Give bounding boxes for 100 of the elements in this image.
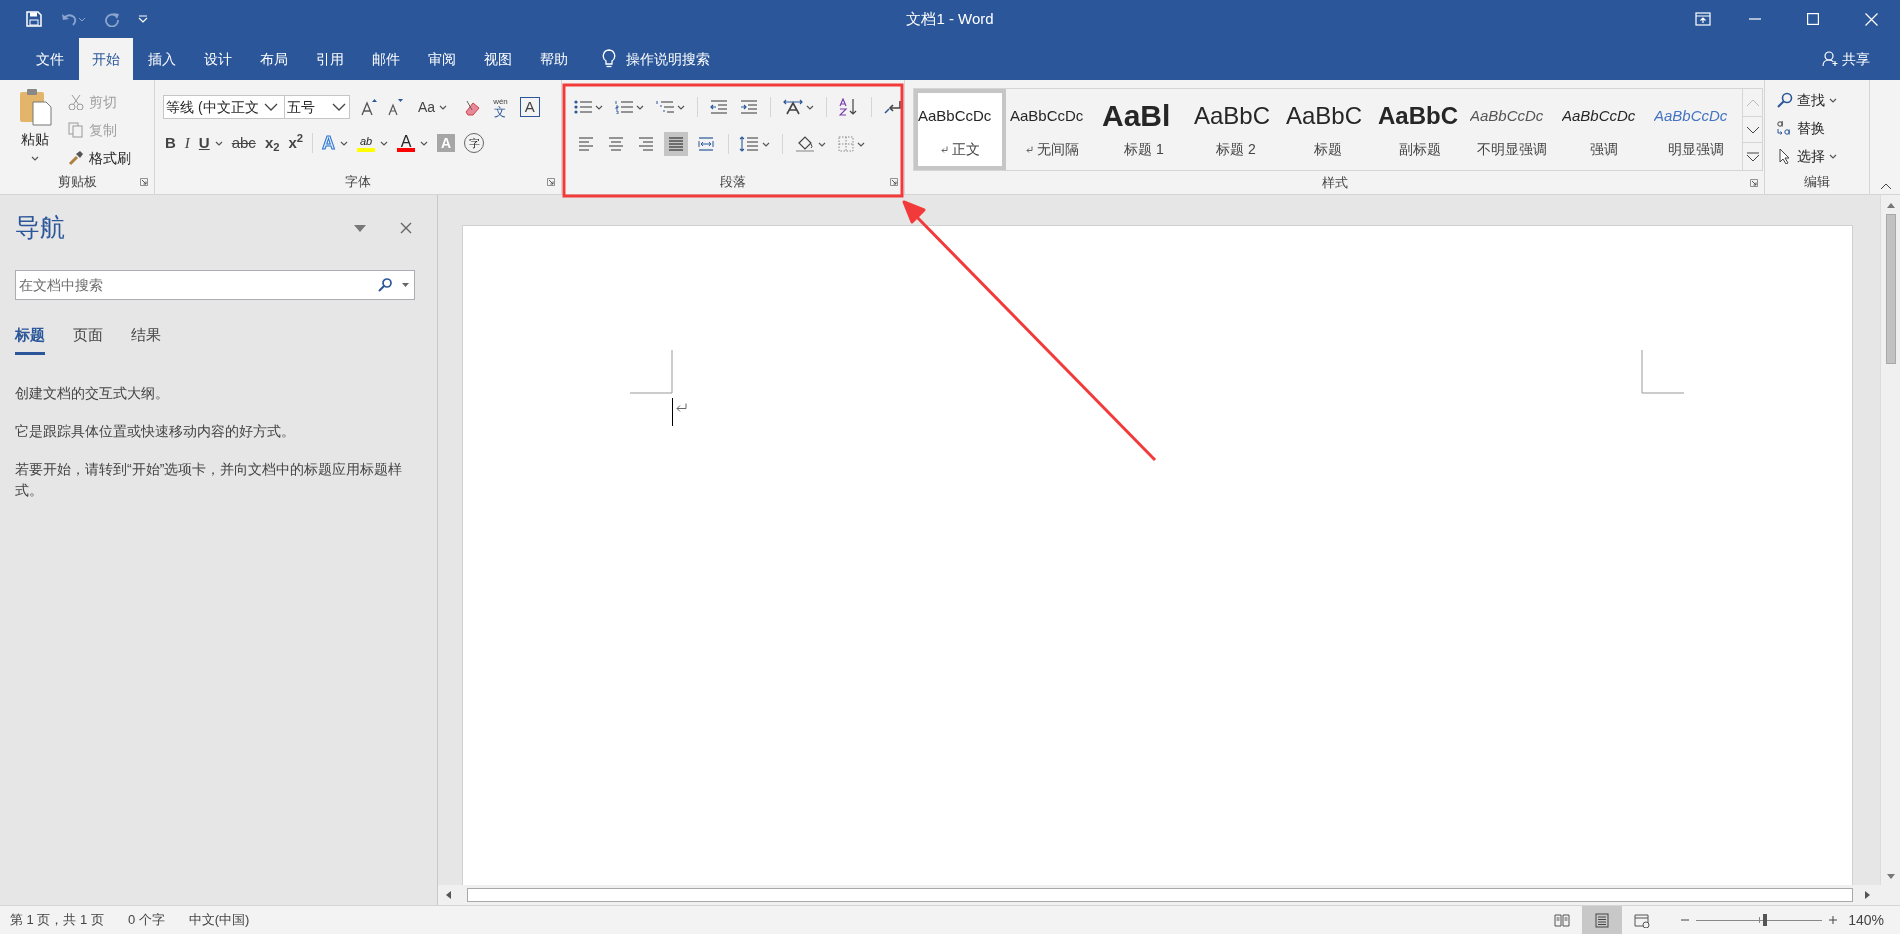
- character-border-button[interactable]: A: [519, 97, 540, 117]
- font-color-button[interactable]: A: [397, 134, 416, 152]
- caret-icon[interactable]: [31, 156, 39, 161]
- eraser-icon[interactable]: [463, 98, 482, 116]
- ribbon-tab[interactable]: 设计: [191, 38, 245, 80]
- caret-icon[interactable]: [677, 104, 685, 110]
- increase-indent-icon[interactable]: [740, 100, 758, 114]
- style-option[interactable]: AaBbCcDc 强调: [1558, 89, 1650, 170]
- tell-me-button[interactable]: 操作说明搜索: [602, 38, 710, 80]
- caret-icon[interactable]: [595, 104, 603, 110]
- phonetic-guide-button[interactable]: wén 文: [493, 97, 508, 117]
- show-marks-icon[interactable]: [884, 99, 902, 115]
- search-icon[interactable]: [378, 278, 392, 292]
- ribbon-tab[interactable]: 视图: [471, 38, 525, 80]
- bullets-icon[interactable]: [574, 100, 592, 114]
- italic-button[interactable]: I: [184, 131, 190, 155]
- dialog-launcher-icon[interactable]: [890, 178, 898, 186]
- undo-icon[interactable]: [60, 11, 86, 27]
- search-field[interactable]: 在文档中搜索: [15, 270, 415, 300]
- caret-icon[interactable]: [762, 141, 770, 147]
- lightbulb-icon: [602, 49, 616, 69]
- strike-button[interactable]: abc: [231, 131, 256, 155]
- caret-icon: [439, 104, 448, 110]
- share-button[interactable]: 共享: [1822, 38, 1870, 80]
- redo-icon[interactable]: [104, 11, 120, 27]
- caret-icon[interactable]: [214, 140, 223, 146]
- ribbon-tab[interactable]: 文件: [23, 38, 77, 80]
- ribbon-tab[interactable]: 布局: [247, 38, 301, 80]
- pane-tab[interactable]: 结果: [131, 318, 161, 355]
- dialog-launcher-icon[interactable]: [140, 178, 148, 186]
- ribbon-tab[interactable]: 帮助: [527, 38, 581, 80]
- zoom-slider[interactable]: [1696, 914, 1823, 926]
- change-case-button[interactable]: Aa: [418, 96, 448, 118]
- ribbon-tab[interactable]: 开始: [79, 38, 133, 80]
- align-lines-icon: [578, 137, 594, 151]
- style-option[interactable]: AaBl 标题 1: [1098, 89, 1190, 170]
- close-icon[interactable]: [400, 222, 412, 234]
- paste-button[interactable]: 粘贴: [12, 88, 58, 170]
- sup-button[interactable]: x$^{2}$: [288, 131, 304, 155]
- maximize-icon[interactable]: [1807, 13, 1819, 25]
- caret-icon[interactable]: [402, 283, 409, 287]
- slider-thumb[interactable]: [1763, 914, 1768, 926]
- scroll-thumb[interactable]: [467, 888, 1853, 902]
- grow-font-icon[interactable]: [360, 98, 378, 116]
- zoom-level[interactable]: 140%: [1848, 909, 1884, 931]
- font-size-field[interactable]: 五号: [284, 95, 350, 119]
- style-option[interactable]: AaBbCcDc 明显强调: [1650, 89, 1742, 170]
- caret-icon[interactable]: [380, 140, 389, 146]
- pane-tab[interactable]: 标题: [15, 318, 45, 355]
- justify-button[interactable]: [664, 132, 688, 156]
- multilevel-list-icon[interactable]: [656, 100, 674, 114]
- caret-icon[interactable]: [636, 104, 644, 110]
- scroll-down-button[interactable]: [1743, 116, 1762, 143]
- zoom-in-icon[interactable]: [1828, 915, 1839, 925]
- horizontal-scrollbar[interactable]: [438, 885, 1900, 905]
- select-button[interactable]: 选择: [1777, 144, 1869, 168]
- sub-button[interactable]: x$_{2}$: [264, 131, 280, 155]
- sort-icon[interactable]: [839, 98, 859, 116]
- font-name-field[interactable]: 等线 (中文正文: [163, 95, 285, 119]
- status-text: 中文(中国): [188, 911, 250, 930]
- ribbon-tab[interactable]: 邮件: [359, 38, 413, 80]
- numbering-icon[interactable]: [615, 100, 633, 114]
- decrease-indent-icon[interactable]: [710, 100, 728, 114]
- highlight-button[interactable]: ab: [357, 134, 376, 152]
- save-icon[interactable]: [26, 11, 42, 27]
- caret-icon[interactable]: [857, 141, 865, 147]
- chinese-layout-icon[interactable]: [783, 99, 803, 115]
- style-option[interactable]: AaBbCcDc 正文: [914, 89, 1006, 170]
- ribbon-tab[interactable]: 插入: [135, 38, 189, 80]
- print-view-button[interactable]: [1582, 906, 1623, 934]
- ribbon-tab[interactable]: 引用: [303, 38, 357, 80]
- customize-icon[interactable]: [138, 15, 148, 23]
- style-option[interactable]: AaBbC 标题: [1282, 89, 1374, 170]
- shrink-font-icon[interactable]: [386, 98, 404, 116]
- status-text: 0 个字: [127, 911, 165, 930]
- find-button[interactable]: 查找: [1777, 88, 1869, 112]
- scissors-icon: [68, 94, 84, 110]
- pane-options-icon[interactable]: [354, 224, 366, 232]
- bold-button[interactable]: B: [165, 131, 176, 155]
- dialog-launcher-icon[interactable]: [547, 178, 555, 186]
- style-option[interactable]: AaBbCcDc 不明显强调: [1466, 89, 1558, 170]
- collapse-ribbon-icon[interactable]: [1880, 183, 1892, 190]
- brush-button[interactable]: 格式刷: [68, 146, 131, 170]
- caret-icon[interactable]: [340, 140, 349, 146]
- ribbon-tab[interactable]: 审阅: [415, 38, 469, 80]
- style-option[interactable]: AaBbC 副标题: [1374, 89, 1466, 170]
- underline-button[interactable]: U: [198, 131, 210, 155]
- caret-icon[interactable]: [818, 141, 826, 147]
- caret-icon[interactable]: [806, 104, 814, 110]
- style-option[interactable]: AaBbCcDc 无间隔: [1006, 89, 1098, 170]
- scroll-thumb[interactable]: [1885, 214, 1896, 364]
- replace-button[interactable]: 替换: [1777, 116, 1869, 140]
- line-spacing-icon[interactable]: [739, 136, 759, 152]
- pane-tab[interactable]: 页面: [73, 318, 103, 355]
- dialog-launcher-icon[interactable]: [1750, 179, 1758, 187]
- ribbon-display-icon[interactable]: [1695, 12, 1711, 26]
- vertical-scrollbar[interactable]: [1880, 195, 1900, 885]
- paint-bucket-icon[interactable]: [795, 135, 815, 153]
- style-option[interactable]: AaBbC 标题 2: [1190, 89, 1282, 170]
- caret-icon[interactable]: [420, 140, 429, 146]
